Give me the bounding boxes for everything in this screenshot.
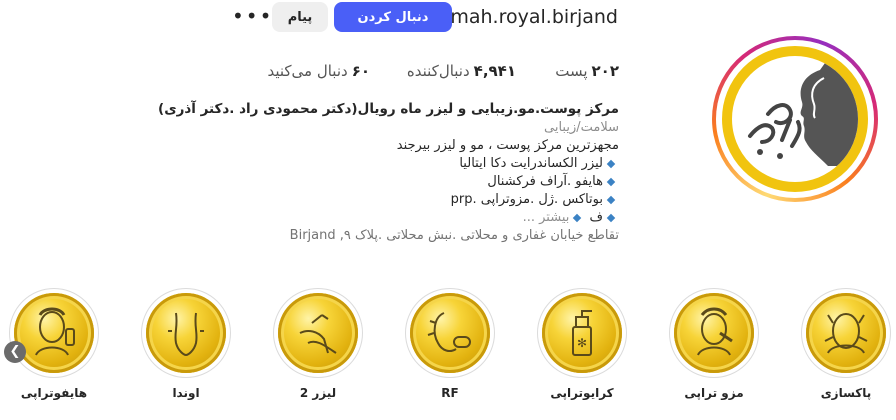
highlight-label: پاکسازی — [820, 386, 872, 400]
posts-label: پست — [555, 62, 588, 80]
body-contour-icon — [168, 312, 204, 357]
highlight-onda[interactable]: اوندا — [140, 288, 232, 400]
highlight-mesotherapy[interactable]: مزو تراپی — [668, 288, 760, 400]
face-cleansing-icon — [824, 313, 868, 354]
posts-stat: ۲۰۲پست — [555, 62, 619, 80]
followers-label: دنبال‌کننده — [406, 62, 470, 80]
bio-line-5: ف بیشتر ... — [523, 209, 619, 227]
diamond-bullet-icon — [573, 213, 582, 222]
rf-device-icon — [427, 312, 471, 352]
highlight-label: لیزر 2 — [299, 386, 337, 400]
following-label: دنبال می‌کنید — [267, 62, 348, 80]
cryotherapy-spray-icon: ✻ — [572, 310, 592, 356]
mah-royal-logo-icon — [722, 46, 868, 192]
profile-avatar[interactable] — [712, 36, 878, 202]
bio-line-1: مجهزترین مرکز پوست ، مو و لیزر بیرجند — [396, 138, 619, 153]
diamond-bullet-icon — [606, 159, 616, 168]
highlight-cleansing[interactable]: پاکسازی — [800, 288, 892, 400]
followers-count: ۴,۹۴۱ — [473, 62, 516, 80]
bio-line-4: بوتاکس .ژل .مزوتراپی .prp — [451, 191, 619, 209]
bio-full-name: مرکز پوست.مو.زیبایی و لیزر ماه رویال(دکت… — [158, 101, 619, 117]
mesotherapy-icon — [697, 307, 733, 356]
bio-more-link[interactable]: بیشتر ... — [523, 210, 570, 225]
posts-count: ۲۰۲ — [591, 62, 619, 80]
highlight-rf[interactable]: RF — [404, 288, 496, 400]
diamond-bullet-icon — [606, 195, 616, 204]
highlight-label: مزو تراپی — [684, 386, 744, 400]
scroll-left-chevron-icon[interactable]: ❮ — [4, 341, 26, 363]
highlight-label: RF — [441, 386, 459, 400]
following-count: ۶۰ — [351, 62, 370, 80]
laser-legs-icon — [299, 314, 337, 354]
message-button[interactable]: پیام — [272, 2, 328, 32]
svg-text:✻: ✻ — [577, 336, 587, 350]
bio-address[interactable]: تقاطع خیابان غفاری و محلاتی .نبش محلاتی … — [290, 227, 619, 245]
following-stat[interactable]: ۶۰دنبال می‌کنید — [267, 62, 370, 80]
highlight-cryotherapy[interactable]: ✻ کرایوتراپی — [536, 288, 628, 400]
highlight-laser-2[interactable]: لیزر 2 — [272, 288, 364, 400]
follow-button[interactable]: دنبال کردن — [334, 2, 452, 32]
highlight-label: اوندا — [172, 386, 200, 400]
bio-category: سلامت/زیبایی — [544, 120, 619, 135]
diamond-bullet-icon — [606, 213, 616, 222]
highlight-label: هایفوتراپی — [20, 386, 88, 400]
more-options-icon[interactable]: ••• — [232, 4, 273, 28]
username: mah.royal.birjand — [450, 6, 618, 28]
highlight-label: کرایوتراپی — [550, 386, 614, 400]
diamond-bullet-icon — [606, 177, 616, 186]
bio-line-2: لیزر الکساندرایت دکا ایتالیا — [459, 155, 619, 173]
followers-stat[interactable]: ۴,۹۴۱دنبال‌کننده — [407, 62, 516, 80]
bio-line-3: هایفو .آراف فرکشنال — [487, 173, 619, 191]
hifu-face-icon — [35, 307, 75, 356]
